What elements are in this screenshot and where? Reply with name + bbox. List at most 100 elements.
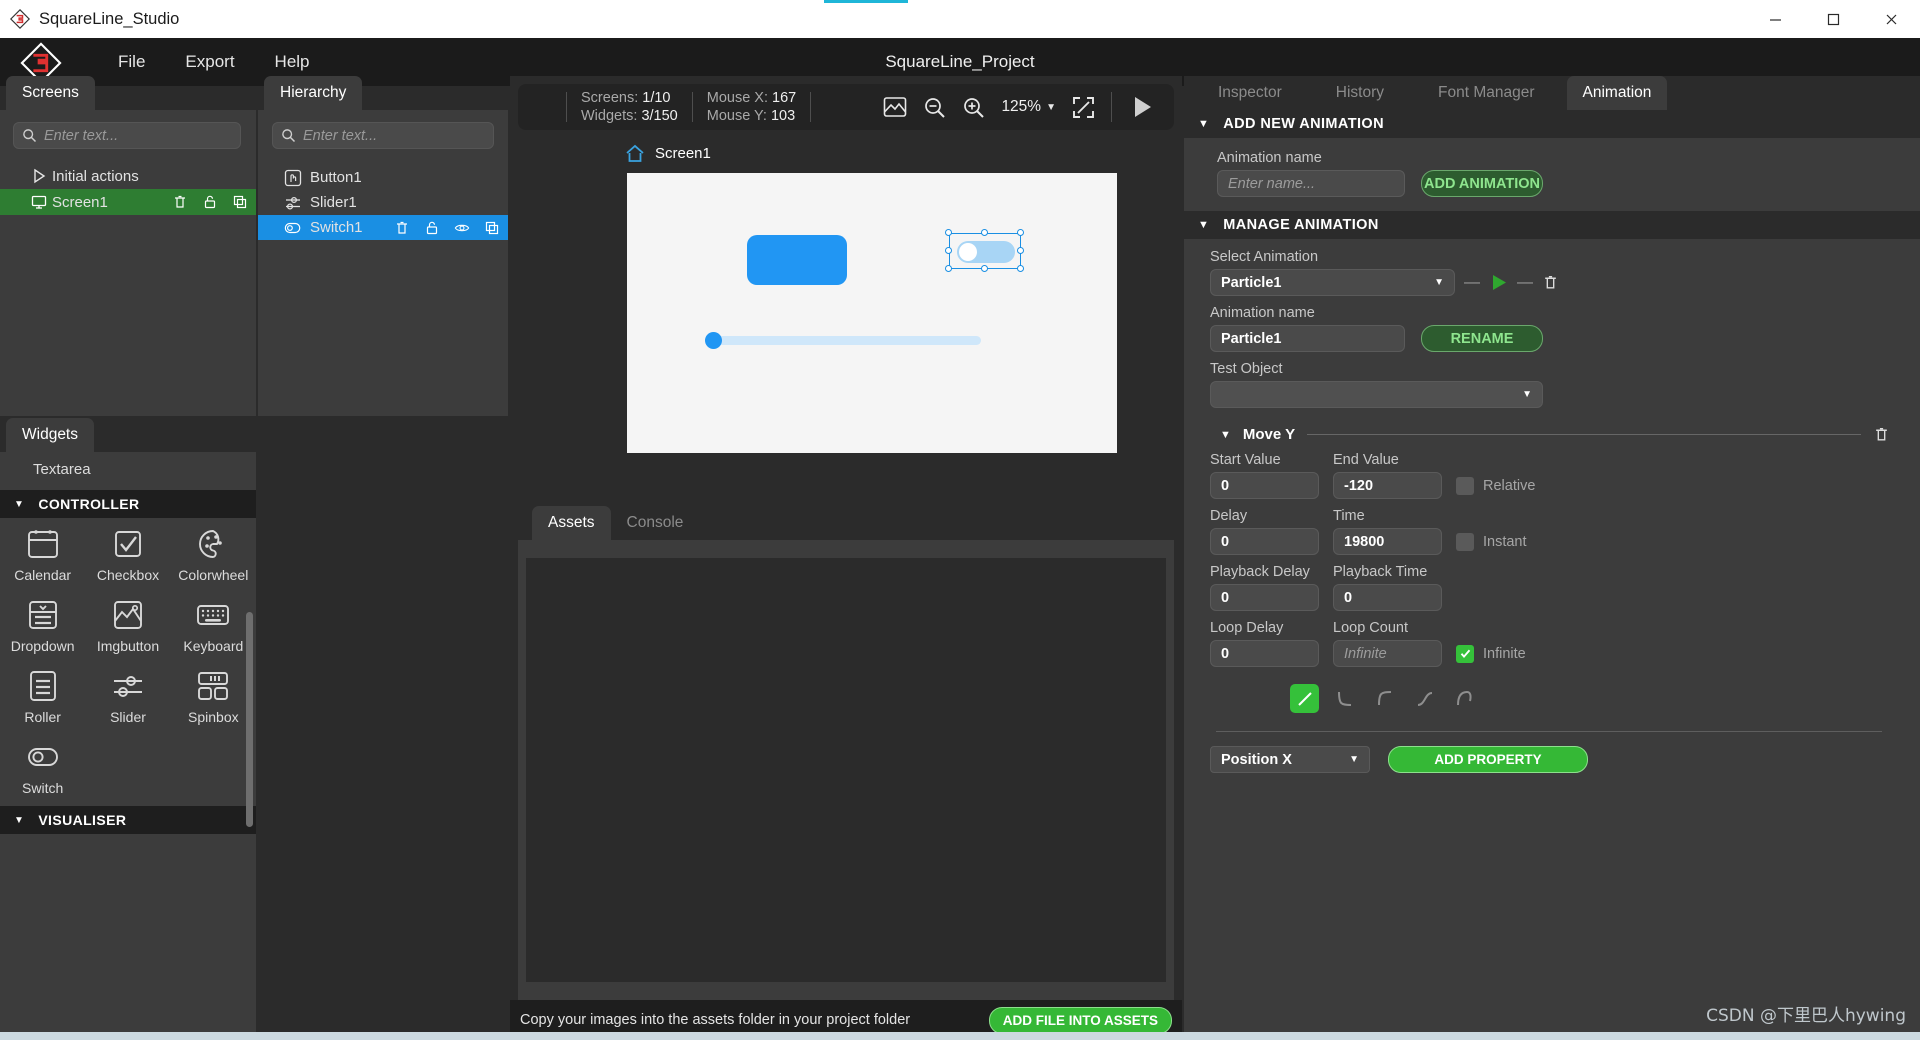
- easing-linear-button[interactable]: [1290, 684, 1319, 713]
- zoom-level-selector[interactable]: 125% ▼: [1001, 98, 1056, 116]
- section-add-new-animation[interactable]: ▼ ADD NEW ANIMATION: [1184, 110, 1920, 138]
- canvas-widget-button1[interactable]: [747, 235, 847, 285]
- widget-category-visualiser[interactable]: ▼ VISUALISER: [0, 806, 256, 834]
- tab-widgets[interactable]: Widgets: [6, 418, 94, 452]
- widget-item-textarea[interactable]: Textarea: [0, 452, 256, 478]
- resize-handle-sw[interactable]: [945, 265, 952, 272]
- resize-handle-w[interactable]: [945, 247, 952, 254]
- relative-checkbox[interactable]: [1456, 476, 1474, 495]
- delete-animation-icon[interactable]: [1542, 274, 1559, 291]
- screens-search-input[interactable]: Enter text...: [13, 122, 241, 149]
- resize-handle-nw[interactable]: [945, 229, 952, 236]
- unlock-icon[interactable]: [424, 220, 440, 236]
- tab-inspector[interactable]: Inspector: [1202, 76, 1298, 110]
- duplicate-icon[interactable]: [232, 194, 248, 210]
- close-icon[interactable]: [1862, 0, 1920, 38]
- end-value-label: End Value: [1333, 452, 1399, 468]
- tab-assets[interactable]: Assets: [532, 506, 611, 540]
- end-value-input[interactable]: -120: [1333, 472, 1442, 499]
- minimize-icon[interactable]: [1746, 0, 1804, 38]
- canvas-screen-surface[interactable]: [627, 173, 1117, 453]
- add-new-animation-body: Animation name Enter name... ADD ANIMATI…: [1184, 138, 1920, 211]
- widget-item-roller[interactable]: Roller: [0, 660, 85, 731]
- playback-time-input[interactable]: 0: [1333, 584, 1442, 611]
- widget-category-controller[interactable]: ▼ CONTROLLER: [0, 490, 256, 518]
- widget-item-calendar[interactable]: Calendar: [0, 518, 85, 589]
- test-object-dropdown[interactable]: ▼: [1210, 381, 1543, 408]
- hierarchy-row-label: Button1: [310, 169, 362, 186]
- widget-item-slider[interactable]: Slider: [85, 660, 170, 731]
- rename-button[interactable]: RENAME: [1421, 325, 1543, 352]
- resize-handle-se[interactable]: [1017, 265, 1024, 272]
- trash-icon[interactable]: [172, 194, 188, 210]
- easing-overshoot-button[interactable]: [1450, 684, 1479, 713]
- add-animation-button[interactable]: ADD ANIMATION: [1421, 170, 1543, 197]
- resize-handle-e[interactable]: [1017, 247, 1024, 254]
- fit-screen-icon[interactable]: [1072, 96, 1095, 119]
- hierarchy-row-slider1[interactable]: Slider1: [258, 190, 508, 215]
- play-animation-icon[interactable]: [1489, 273, 1508, 292]
- hierarchy-search-input[interactable]: Enter text...: [272, 122, 494, 149]
- play-icon[interactable]: [1128, 93, 1156, 121]
- easing-ease-in-out-button[interactable]: [1410, 684, 1439, 713]
- infinite-checkbox[interactable]: [1456, 644, 1474, 663]
- section-manage-animation[interactable]: ▼ MANAGE ANIMATION: [1184, 211, 1920, 239]
- zoom-in-icon[interactable]: [962, 96, 985, 119]
- slider-knob[interactable]: [705, 332, 722, 349]
- widget-item-dropdown[interactable]: Dropdown: [0, 589, 85, 660]
- animation-name-input[interactable]: Particle1: [1210, 325, 1405, 352]
- easing-ease-out-button[interactable]: [1370, 684, 1399, 713]
- add-property-button[interactable]: ADD PROPERTY: [1388, 746, 1588, 773]
- image-icon[interactable]: [883, 96, 907, 118]
- unlock-icon[interactable]: [202, 194, 218, 210]
- widget-item-keyboard[interactable]: Keyboard: [171, 589, 256, 660]
- time-input[interactable]: 19800: [1333, 528, 1442, 555]
- screens-row-screen1[interactable]: Screen1: [0, 189, 256, 215]
- widget-item-checkbox[interactable]: Checkbox: [85, 518, 170, 589]
- easing-ease-in-button[interactable]: [1330, 684, 1359, 713]
- tab-console[interactable]: Console: [611, 506, 700, 540]
- widget-item-spinbox[interactable]: Spinbox: [171, 660, 256, 731]
- divider: [1216, 731, 1882, 732]
- screens-row-actions: [172, 194, 248, 210]
- widgets-scrollbar[interactable]: [246, 612, 253, 827]
- assets-file-list[interactable]: [526, 558, 1166, 982]
- tab-hierarchy[interactable]: Hierarchy: [264, 76, 363, 110]
- canvas-widget-switch1[interactable]: [945, 229, 1024, 272]
- start-value-input[interactable]: 0: [1210, 472, 1319, 499]
- select-animation-dropdown[interactable]: Particle1 ▼: [1210, 269, 1455, 296]
- tab-screens[interactable]: Screens: [6, 76, 95, 110]
- widget-item-colorwheel[interactable]: Colorwheel: [171, 518, 256, 589]
- loop-delay-input[interactable]: 0: [1210, 640, 1319, 667]
- add-file-into-assets-button[interactable]: ADD FILE INTO ASSETS: [988, 1006, 1172, 1034]
- tab-animation[interactable]: Animation: [1566, 76, 1668, 110]
- tab-history[interactable]: History: [1320, 76, 1400, 110]
- canvas-widget-slider1[interactable]: [705, 336, 981, 345]
- hierarchy-row-button1[interactable]: Button1: [258, 165, 508, 190]
- screens-row-initial-actions[interactable]: Initial actions: [0, 163, 256, 189]
- tab-font-manager[interactable]: Font Manager: [1422, 76, 1551, 110]
- maximize-icon[interactable]: [1804, 0, 1862, 38]
- playback-delay-input[interactable]: 0: [1210, 584, 1319, 611]
- zoom-out-icon[interactable]: [923, 96, 946, 119]
- new-animation-name-input[interactable]: Enter name...: [1217, 170, 1405, 197]
- hierarchy-row-switch1[interactable]: Switch1: [258, 215, 508, 240]
- chevron-down-icon: ▼: [1349, 754, 1359, 765]
- loop-count-input[interactable]: Infinite: [1333, 640, 1442, 667]
- relative-label: Relative: [1483, 477, 1536, 494]
- delay-input[interactable]: 0: [1210, 528, 1319, 555]
- widget-item-imgbutton[interactable]: Imgbutton: [85, 589, 170, 660]
- eye-icon[interactable]: [454, 220, 470, 236]
- button-icon: [284, 169, 302, 186]
- instant-checkbox[interactable]: [1456, 532, 1474, 551]
- assets-body: [518, 540, 1174, 1000]
- duplicate-icon[interactable]: [484, 220, 500, 236]
- resize-handle-n[interactable]: [981, 229, 988, 236]
- resize-handle-ne[interactable]: [1017, 229, 1024, 236]
- chevron-down-icon[interactable]: ▼: [1220, 429, 1231, 441]
- widget-item-switch[interactable]: Switch: [0, 731, 85, 802]
- delete-property-icon[interactable]: [1873, 426, 1890, 443]
- trash-icon[interactable]: [394, 220, 410, 236]
- resize-handle-s[interactable]: [981, 265, 988, 272]
- add-property-dropdown[interactable]: Position X ▼: [1210, 746, 1370, 773]
